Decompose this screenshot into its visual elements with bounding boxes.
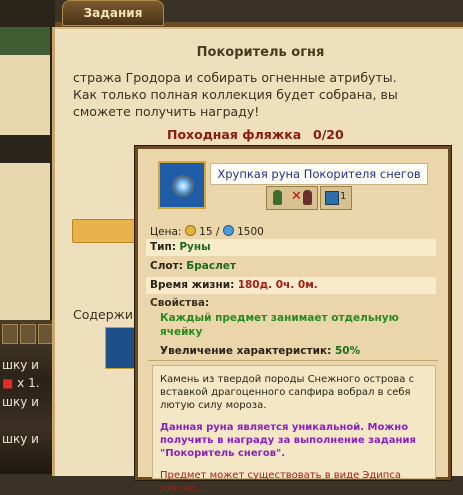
left-dark-bar <box>0 135 48 163</box>
item-badges: ✕ 1 <box>266 186 366 210</box>
left-scene: шку и ■ x 1. шку и шку и <box>0 320 55 474</box>
faction-restriction-badge: ✕ <box>266 186 318 210</box>
gold-coin-icon <box>184 225 196 236</box>
inventory-slot[interactable] <box>20 324 36 344</box>
left-text-line: шку и <box>2 395 39 409</box>
inventory-slot[interactable] <box>2 324 18 344</box>
stack-badge: 1 <box>320 186 352 210</box>
quest-title: Покоритель огня <box>196 45 325 60</box>
female-avatar-icon <box>303 190 312 205</box>
quest-item-count: 0/20 <box>313 127 344 142</box>
properties-label: Свойства: <box>150 297 210 309</box>
type-row: Тип: Руны <box>150 241 211 253</box>
price-row: Цена: 15 / 1500 <box>150 225 264 238</box>
left-header-bar <box>0 27 50 57</box>
snow-rune-icon <box>158 161 206 209</box>
stat-bonus: Увеличение характеристик: 50% <box>160 345 361 357</box>
left-parchment-lower <box>0 163 50 323</box>
quest-description: стража Гродора и собирать огненные атриб… <box>73 70 398 119</box>
chest-icon <box>325 191 339 205</box>
background-game-panel: шку и ■ x 1. шку и шку и <box>0 0 55 474</box>
quest-action-button[interactable] <box>72 219 144 243</box>
left-text-line: шку и <box>2 432 39 446</box>
cross-faction-icon: ✕ <box>291 189 302 204</box>
unique-note: Данная руна является уникальной. Можно п… <box>160 422 416 459</box>
male-avatar-icon <box>273 190 282 205</box>
properties-description: Каждый предмет занимает отдельную ячейку <box>160 312 399 338</box>
warning-note: Предмет может существовать в виде Эдипса… <box>160 470 401 494</box>
left-text-line: шку и <box>2 358 39 372</box>
item-tooltip: Хрупкая руна Покорителя снегов ✕ 1 Цена:… <box>135 146 451 494</box>
left-parchment <box>0 55 50 135</box>
stack-count: 1 <box>340 191 347 202</box>
item-lore: Камень из твердой породы Снежного остров… <box>160 374 415 411</box>
lifetime-row: Время жизни: 180д. 0ч. 0м. <box>150 279 318 291</box>
gem-icon <box>222 225 234 236</box>
tab-quests[interactable]: Задания <box>62 0 164 26</box>
divider <box>148 360 438 361</box>
slot-row: Слот: Браслет <box>150 260 236 272</box>
quest-contents-label: Содержим <box>73 307 143 322</box>
quest-item-name: Походная фляжка <box>167 127 302 142</box>
left-text-line: ■ x 1. <box>2 376 40 390</box>
item-name: Хрупкая руна Покорителя снегов <box>210 163 428 185</box>
rune-gem-icon <box>172 175 194 197</box>
